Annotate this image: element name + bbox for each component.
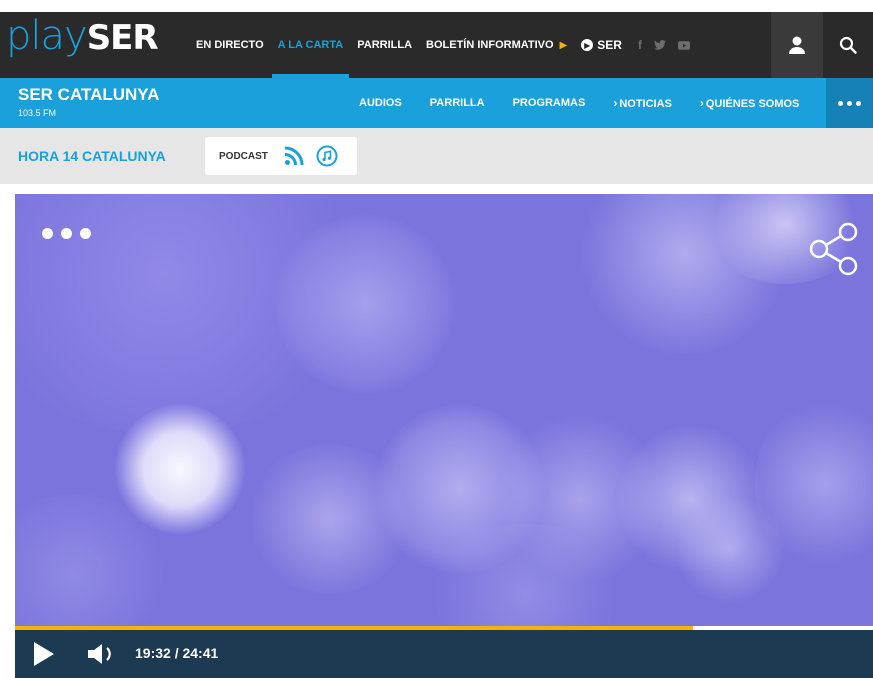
station-nav-programas[interactable]: PROGRAMAS <box>513 97 586 109</box>
facebook-icon[interactable]: f <box>638 38 642 52</box>
station-nav-parrilla[interactable]: PARRILLA <box>430 97 485 109</box>
nav-boletin-informativo[interactable]: BOLETÍN INFORMATIVO ▶ <box>426 12 567 78</box>
rss-icon[interactable] <box>284 146 304 166</box>
nav-parrilla[interactable]: PARRILLA <box>357 12 412 78</box>
options-dot <box>61 228 72 239</box>
play-triangle-icon: ▶ <box>559 39 568 51</box>
nav-a-la-carta[interactable]: A LA CARTA <box>271 12 349 78</box>
station-nav-audios[interactable]: AUDIOS <box>359 97 402 109</box>
ser-mini-label: SER <box>597 38 622 52</box>
program-bar: HORA 14 CATALUNYA PODCAST <box>0 128 873 184</box>
options-dot <box>42 228 53 239</box>
twitter-icon[interactable] <box>653 40 666 50</box>
podcast-label: PODCAST <box>219 150 268 162</box>
top-bar: play SER EN DIRECTO A LA CARTA PARRILLA … <box>0 0 873 78</box>
station-bar: SER CATALUNYA 103.5 FM AUDIOS PARRILLA P… <box>0 78 873 128</box>
station-name[interactable]: SER CATALUNYA <box>18 85 159 105</box>
station-frequency: 103.5 FM <box>18 108 57 118</box>
more-menu-button[interactable] <box>826 78 873 128</box>
options-dot <box>80 228 91 239</box>
user-icon <box>789 36 805 54</box>
station-nav-quienes-label: QUIÉNES SOMOS <box>705 98 800 110</box>
more-dot <box>847 100 852 106</box>
more-dot <box>856 100 861 106</box>
social-links: f <box>638 38 690 52</box>
station-nav: AUDIOS PARRILLA PROGRAMAS › NOTICIAS › QUI… <box>359 78 827 128</box>
player-options-button[interactable] <box>42 228 91 239</box>
station-nav-noticias[interactable]: › NOTICIAS <box>613 96 672 110</box>
search-button[interactable] <box>823 12 873 78</box>
ser-play-icon: ▶ <box>581 39 594 51</box>
program-title[interactable]: HORA 14 CATALUNYA <box>18 148 166 164</box>
share-icon[interactable] <box>808 222 860 276</box>
user-account-button[interactable] <box>771 12 823 78</box>
youtube-icon[interactable] <box>677 40 690 50</box>
player-controls: 19:32 / 24:41 <box>15 630 873 678</box>
itunes-icon[interactable] <box>316 145 338 167</box>
playser-logo[interactable]: play SER <box>6 13 159 59</box>
podcast-box: PODCAST <box>205 137 357 175</box>
play-icon[interactable] <box>33 641 55 667</box>
bokeh-light <box>275 214 455 394</box>
main-nav: EN DIRECTO A LA CARTA PARRILLA BOLETÍN I… <box>196 12 690 78</box>
nav-boletin-label: BOLETÍN INFORMATIVO <box>426 39 554 51</box>
search-icon <box>839 36 857 54</box>
volume-icon[interactable] <box>87 642 119 666</box>
audio-player: 19:32 / 24:41 <box>15 194 873 678</box>
ser-radio-link[interactable]: ▶ SER <box>581 38 622 52</box>
station-nav-quienes-somos[interactable]: › QUIÉNES SOMOS <box>700 96 800 110</box>
episode-cover-image <box>15 194 873 626</box>
station-nav-noticias-label: NOTICIAS <box>619 98 672 110</box>
logo-ser-text: SER <box>86 18 159 58</box>
nav-en-directo[interactable]: EN DIRECTO <box>196 12 264 78</box>
more-dot <box>838 100 843 106</box>
playback-time: 19:32 / 24:41 <box>135 645 219 661</box>
chevron-right-icon: › <box>613 96 618 110</box>
chevron-right-icon: › <box>699 96 704 110</box>
logo-play-text: play <box>6 13 88 59</box>
